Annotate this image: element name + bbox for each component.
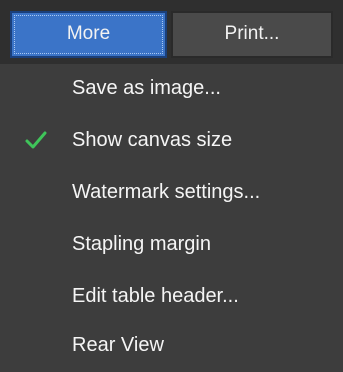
menu-item-label: Show canvas size: [72, 128, 233, 151]
menu-bar: More Print...: [0, 0, 343, 64]
menu-item-label: Stapling margin: [72, 232, 211, 255]
menu-item-label: Rear View: [72, 333, 164, 356]
menu-item-save-as-image[interactable]: Save as image...: [10, 66, 343, 110]
checkmark-icon: [25, 131, 47, 149]
menu-item-watermark-settings[interactable]: Watermark settings...: [10, 170, 343, 214]
menu-item-label: Watermark settings...: [72, 180, 261, 203]
more-dropdown-menu: Save as image... Show canvas size Waterm…: [10, 64, 343, 372]
menu-item-label: Edit table header...: [72, 284, 239, 307]
print-button[interactable]: Print...: [171, 11, 333, 58]
menu-item-stapling-margin[interactable]: Stapling margin: [10, 222, 343, 266]
menu-item-show-canvas-size[interactable]: Show canvas size: [10, 118, 343, 162]
more-button[interactable]: More: [10, 11, 167, 58]
menu-item-rear-view[interactable]: Rear View: [10, 323, 343, 367]
menu-item-edit-table-header[interactable]: Edit table header...: [10, 274, 343, 318]
menu-item-label: Save as image...: [72, 76, 221, 99]
